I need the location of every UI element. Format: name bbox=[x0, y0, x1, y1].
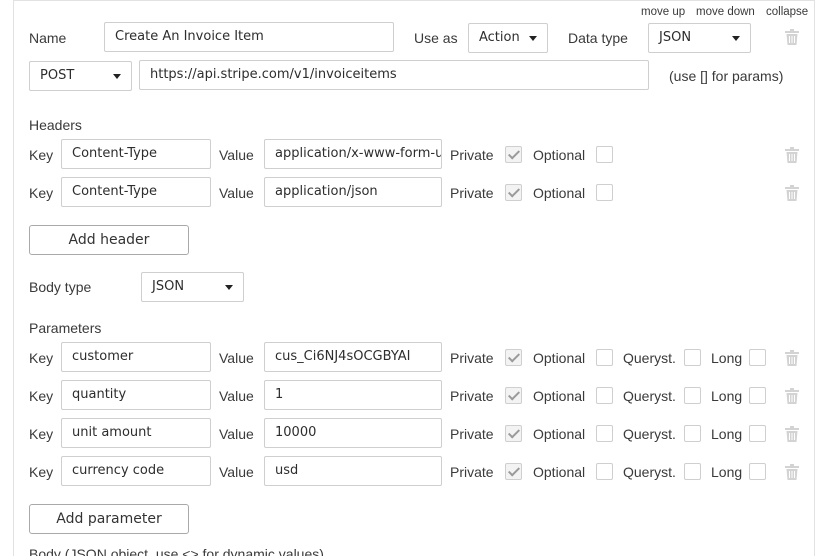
data-type-select[interactable]: JSON bbox=[648, 23, 751, 53]
param-value-input[interactable]: 1 bbox=[264, 380, 442, 410]
param-queryst-label: Queryst. bbox=[623, 464, 676, 480]
param-key-input[interactable]: customer bbox=[61, 342, 211, 372]
header-key-label: Key bbox=[29, 185, 54, 201]
param-optional-checkbox[interactable] bbox=[596, 425, 613, 442]
param-optional-label: Optional bbox=[533, 464, 586, 480]
param-long-checkbox[interactable] bbox=[749, 387, 766, 404]
param-key-input[interactable]: unit amount bbox=[61, 418, 211, 448]
url-input[interactable]: https://api.stripe.com/v1/invoiceitems bbox=[139, 60, 649, 90]
header-value-label: Value bbox=[219, 185, 254, 201]
params-hint: (use [] for params) bbox=[669, 68, 784, 84]
param-value-input[interactable]: usd bbox=[264, 456, 442, 486]
header-value-input[interactable]: application/json bbox=[264, 177, 442, 207]
body-type-select[interactable]: JSON bbox=[141, 272, 244, 302]
param-long-label: Long bbox=[711, 426, 743, 442]
param-optional-checkbox[interactable] bbox=[596, 349, 613, 366]
chevron-down-icon bbox=[225, 285, 233, 290]
param-optional-label: Optional bbox=[533, 388, 586, 404]
param-private-checkbox[interactable] bbox=[505, 349, 522, 366]
header-value-input[interactable]: application/x-www-form-urlencoded bbox=[264, 139, 442, 169]
add-parameter-button[interactable]: Add parameter bbox=[29, 504, 189, 534]
header-optional-label: Optional bbox=[533, 147, 586, 163]
param-private-label: Private bbox=[450, 464, 494, 480]
header-private-checkbox[interactable] bbox=[505, 184, 522, 201]
param-optional-label: Optional bbox=[533, 426, 586, 442]
trash-icon[interactable] bbox=[785, 464, 799, 480]
parameters-title: Parameters bbox=[29, 320, 102, 336]
move-down-link[interactable]: move down bbox=[696, 3, 755, 21]
param-long-label: Long bbox=[711, 350, 743, 366]
chevron-down-icon bbox=[529, 36, 537, 41]
param-value-input[interactable]: cus_Ci6NJ4sOCGBYAI bbox=[264, 342, 442, 372]
collapse-link[interactable]: collapse bbox=[766, 3, 808, 21]
name-label: Name bbox=[29, 30, 67, 46]
header-optional-label: Optional bbox=[533, 185, 586, 201]
chevron-down-icon bbox=[113, 74, 121, 79]
move-up-link[interactable]: move up bbox=[641, 3, 685, 21]
use-as-value: Action bbox=[479, 30, 520, 45]
data-type-label: Data type bbox=[568, 30, 628, 46]
param-queryst-checkbox[interactable] bbox=[684, 387, 701, 404]
param-key-label: Key bbox=[29, 350, 54, 366]
param-private-label: Private bbox=[450, 350, 494, 366]
method-value: POST bbox=[40, 68, 75, 83]
param-private-checkbox[interactable] bbox=[505, 425, 522, 442]
trash-icon[interactable] bbox=[785, 185, 799, 201]
param-long-label: Long bbox=[711, 388, 743, 404]
header-key-input[interactable]: Content-Type bbox=[61, 139, 211, 169]
param-optional-checkbox[interactable] bbox=[596, 463, 613, 480]
param-key-label: Key bbox=[29, 388, 54, 404]
trash-icon[interactable] bbox=[785, 29, 799, 45]
header-private-label: Private bbox=[450, 147, 494, 163]
body-type-label: Body type bbox=[29, 279, 92, 295]
add-header-button[interactable]: Add header bbox=[29, 225, 189, 255]
param-key-input[interactable]: currency code bbox=[61, 456, 211, 486]
param-value-input[interactable]: 10000 bbox=[264, 418, 442, 448]
header-private-label: Private bbox=[450, 185, 494, 201]
param-queryst-checkbox[interactable] bbox=[684, 463, 701, 480]
use-as-label: Use as bbox=[414, 30, 458, 46]
header-value-label: Value bbox=[219, 147, 254, 163]
param-optional-checkbox[interactable] bbox=[596, 387, 613, 404]
trash-icon[interactable] bbox=[785, 426, 799, 442]
param-private-checkbox[interactable] bbox=[505, 387, 522, 404]
param-queryst-label: Queryst. bbox=[623, 388, 676, 404]
header-key-label: Key bbox=[29, 147, 54, 163]
param-value-label: Value bbox=[219, 464, 254, 480]
header-private-checkbox[interactable] bbox=[505, 146, 522, 163]
param-long-checkbox[interactable] bbox=[749, 463, 766, 480]
header-optional-checkbox[interactable] bbox=[596, 184, 613, 201]
param-queryst-checkbox[interactable] bbox=[684, 349, 701, 366]
headers-title: Headers bbox=[29, 117, 82, 133]
param-key-input[interactable]: quantity bbox=[61, 380, 211, 410]
param-private-label: Private bbox=[450, 426, 494, 442]
param-key-label: Key bbox=[29, 426, 54, 442]
param-value-label: Value bbox=[219, 388, 254, 404]
param-queryst-label: Queryst. bbox=[623, 426, 676, 442]
param-private-label: Private bbox=[450, 388, 494, 404]
param-private-checkbox[interactable] bbox=[505, 463, 522, 480]
body-hint: Body (JSON object, use <> for dynamic va… bbox=[29, 546, 324, 556]
use-as-select[interactable]: Action bbox=[468, 23, 548, 53]
body-type-value: JSON bbox=[152, 279, 185, 294]
param-queryst-checkbox[interactable] bbox=[684, 425, 701, 442]
method-select[interactable]: POST bbox=[29, 61, 132, 91]
param-value-label: Value bbox=[219, 426, 254, 442]
param-queryst-label: Queryst. bbox=[623, 350, 676, 366]
header-key-input[interactable]: Content-Type bbox=[61, 177, 211, 207]
data-type-value: JSON bbox=[659, 30, 692, 45]
trash-icon[interactable] bbox=[785, 147, 799, 163]
param-optional-label: Optional bbox=[533, 350, 586, 366]
param-long-checkbox[interactable] bbox=[749, 425, 766, 442]
param-long-checkbox[interactable] bbox=[749, 349, 766, 366]
header-optional-checkbox[interactable] bbox=[596, 146, 613, 163]
param-value-label: Value bbox=[219, 350, 254, 366]
param-key-label: Key bbox=[29, 464, 54, 480]
chevron-down-icon bbox=[732, 36, 740, 41]
param-long-label: Long bbox=[711, 464, 743, 480]
name-input[interactable]: Create An Invoice Item bbox=[104, 22, 394, 52]
trash-icon[interactable] bbox=[785, 388, 799, 404]
trash-icon[interactable] bbox=[785, 350, 799, 366]
